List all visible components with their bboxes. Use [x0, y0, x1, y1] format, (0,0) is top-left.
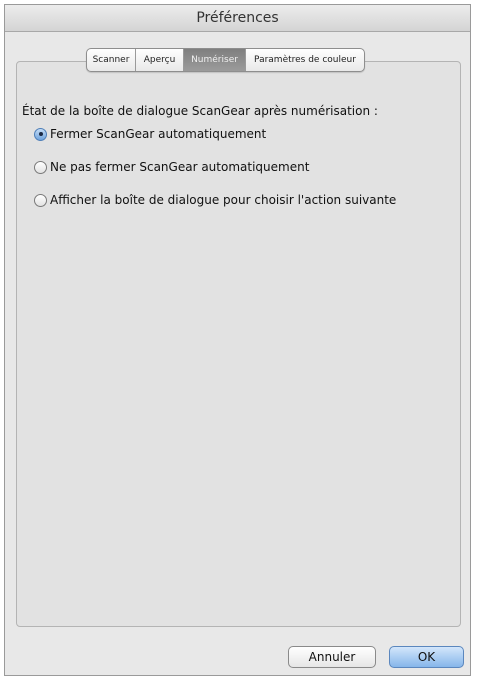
option-label: Fermer ScanGear automatiquement	[50, 127, 267, 141]
ok-button[interactable]: OK	[389, 646, 464, 668]
option-show-next-action-dialog[interactable]: Afficher la boîte de dialogue pour chois…	[34, 193, 396, 207]
tab-parametres-couleur[interactable]: Paramètres de couleur	[246, 49, 364, 71]
tab-apercu[interactable]: Aperçu	[136, 49, 184, 71]
radio-button[interactable]	[34, 160, 47, 174]
radio-button-selected[interactable]	[34, 127, 47, 141]
option-close-automatically[interactable]: Fermer ScanGear automatiquement	[34, 127, 266, 141]
preferences-dialog: Préférences Scanner Aperçu Numériser Par…	[4, 4, 471, 676]
radio-button[interactable]	[34, 193, 47, 207]
option-do-not-close[interactable]: Ne pas fermer ScanGear automatiquement	[34, 160, 309, 174]
option-label: Ne pas fermer ScanGear automatiquement	[50, 160, 310, 174]
tab-content-panel	[16, 61, 461, 627]
dialog-title: Préférences	[5, 5, 470, 32]
scan-dialog-state-label: État de la boîte de dialogue ScanGear ap…	[22, 104, 378, 118]
tab-bar: Scanner Aperçu Numériser Paramètres de c…	[86, 48, 365, 72]
option-label: Afficher la boîte de dialogue pour chois…	[50, 193, 397, 207]
cancel-button[interactable]: Annuler	[288, 646, 376, 668]
tab-scanner[interactable]: Scanner	[87, 49, 136, 71]
tab-numeriser[interactable]: Numériser	[184, 49, 246, 71]
